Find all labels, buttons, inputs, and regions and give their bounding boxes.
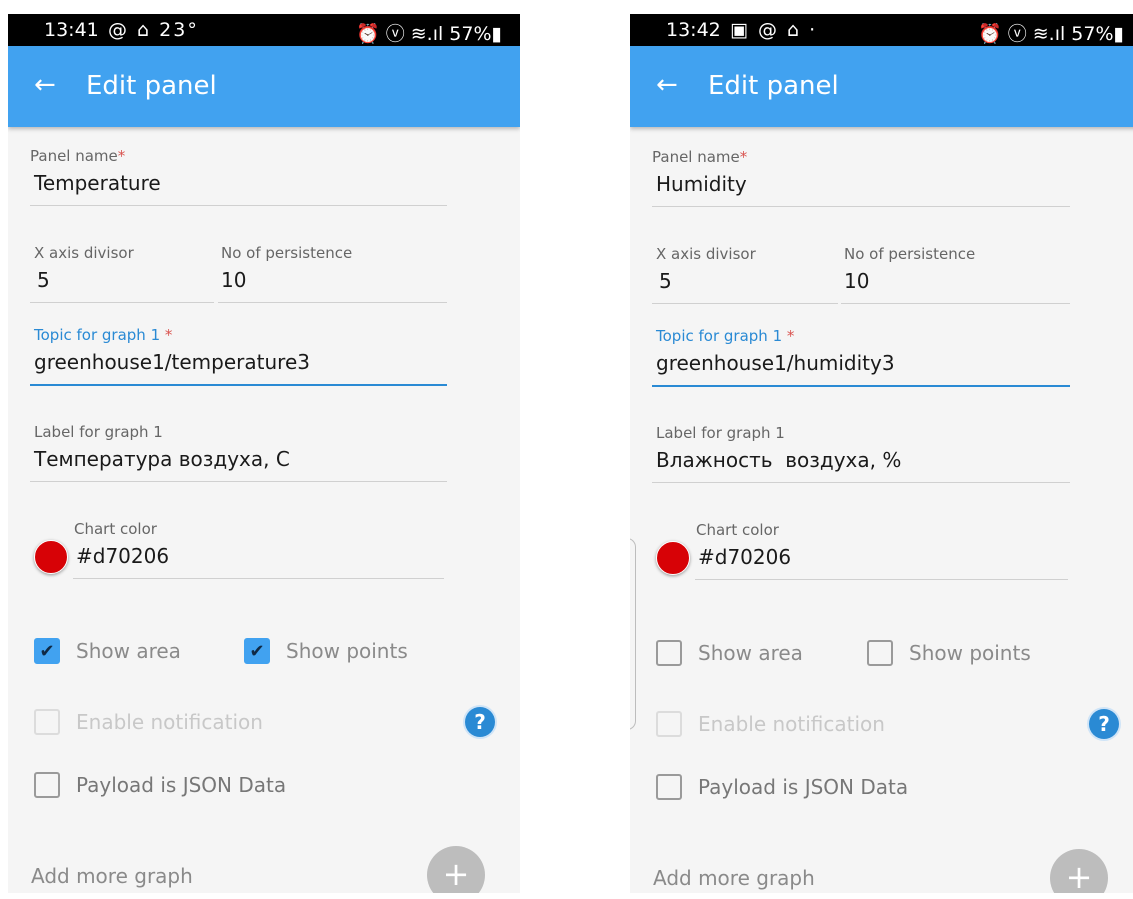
status-icons: @ ⌂ 23° bbox=[108, 19, 199, 41]
show-area-label: Show area bbox=[698, 641, 803, 665]
show-points-label: Show points bbox=[909, 641, 1031, 665]
payload-json-checkbox[interactable]: Payload is JSON Data bbox=[34, 772, 286, 798]
show-area-checkbox[interactable]: Show area bbox=[656, 640, 803, 666]
graph-label-label: Label for graph 1 bbox=[34, 423, 163, 441]
graph-label-field[interactable]: Label for graph 1 Температура воздуха, С bbox=[30, 423, 447, 482]
panel-name-label: Panel name bbox=[652, 148, 740, 166]
x-axis-divisor-input[interactable]: 5 bbox=[652, 269, 838, 293]
status-time: 13:42 bbox=[666, 19, 721, 41]
add-graph-button[interactable]: + bbox=[1050, 849, 1108, 893]
help-icon[interactable]: ? bbox=[1089, 709, 1119, 739]
checkbox-unchecked-icon bbox=[34, 772, 60, 798]
back-arrow-icon[interactable]: ← bbox=[34, 70, 56, 100]
checkbox-unchecked-icon bbox=[656, 711, 682, 737]
x-axis-divisor-label: X axis divisor bbox=[656, 245, 756, 263]
chart-color-field[interactable]: Chart color #d70206 bbox=[695, 521, 1068, 580]
add-more-graph-label: Add more graph bbox=[31, 864, 193, 888]
back-arrow-icon[interactable]: ← bbox=[656, 70, 678, 100]
panel-name-field[interactable]: Panel name* Temperature bbox=[30, 147, 447, 206]
status-right: ⏰ ⓥ ≋.ıl 57%▮ bbox=[978, 23, 1124, 45]
show-points-checkbox[interactable]: ✔ Show points bbox=[244, 638, 408, 664]
x-axis-divisor-field[interactable]: X axis divisor 5 bbox=[652, 245, 838, 304]
chart-color-field[interactable]: Chart color #d70206 bbox=[73, 520, 444, 579]
chart-color-label: Chart color bbox=[74, 520, 157, 538]
status-time: 13:41 bbox=[44, 19, 99, 41]
page-title: Edit panel bbox=[708, 71, 839, 101]
persistence-label: No of persistence bbox=[221, 244, 353, 262]
panel-name-label: Panel name bbox=[30, 147, 118, 165]
checkbox-unchecked-icon bbox=[656, 774, 682, 800]
color-swatch[interactable] bbox=[34, 540, 68, 574]
phone-screen-temperature: 13:41 @ ⌂ 23° ⏰ ⓥ ≋.ıl 57%▮ ← Edit panel… bbox=[8, 14, 520, 893]
graph-label-input[interactable]: Температура воздуха, С bbox=[30, 447, 447, 471]
x-axis-divisor-label: X axis divisor bbox=[34, 244, 134, 262]
page-title: Edit panel bbox=[86, 71, 217, 101]
x-axis-divisor-input[interactable]: 5 bbox=[30, 268, 214, 292]
graph-label-field[interactable]: Label for graph 1 Влажность воздуха, % bbox=[652, 424, 1070, 483]
chart-color-input[interactable]: #d70206 bbox=[695, 545, 1068, 569]
plus-icon: + bbox=[1065, 858, 1093, 893]
x-axis-divisor-field[interactable]: X axis divisor 5 bbox=[30, 244, 214, 303]
plus-icon: + bbox=[442, 855, 470, 893]
app-bar: ← Edit panel bbox=[8, 46, 520, 127]
enable-notification-label: Enable notification bbox=[698, 712, 885, 736]
payload-json-label: Payload is JSON Data bbox=[698, 775, 909, 799]
checkbox-unchecked-icon bbox=[34, 709, 60, 735]
show-points-label: Show points bbox=[286, 639, 408, 663]
checkbox-unchecked-icon bbox=[867, 640, 893, 666]
show-area-checkbox[interactable]: ✔ Show area bbox=[34, 638, 181, 664]
status-bar: 13:41 @ ⌂ 23° ⏰ ⓥ ≋.ıl 57%▮ bbox=[8, 14, 520, 46]
help-icon[interactable]: ? bbox=[465, 707, 495, 737]
graph-label-input[interactable]: Влажность воздуха, % bbox=[652, 448, 1070, 472]
add-more-graph-label: Add more graph bbox=[653, 866, 815, 890]
persistence-input[interactable]: 10 bbox=[841, 269, 1070, 293]
topic-input[interactable]: greenhouse1/temperature3 bbox=[30, 350, 447, 374]
persistence-label: No of persistence bbox=[844, 245, 976, 263]
topic-field[interactable]: Topic for graph 1 * greenhouse1/humidity… bbox=[652, 327, 1070, 387]
payload-json-checkbox[interactable]: Payload is JSON Data bbox=[656, 774, 908, 800]
topic-field[interactable]: Topic for graph 1 * greenhouse1/temperat… bbox=[30, 326, 447, 386]
checkbox-unchecked-icon bbox=[656, 640, 682, 666]
status-right: ⏰ ⓥ ≋.ıl 57%▮ bbox=[356, 23, 502, 45]
show-area-label: Show area bbox=[76, 639, 181, 663]
checkbox-checked-icon: ✔ bbox=[34, 638, 60, 664]
phone-screen-humidity: 13:42 ▣ @ ⌂ · ⏰ ⓥ ≋.ıl 57%▮ ← Edit panel… bbox=[630, 14, 1133, 893]
enable-notification-checkbox: Enable notification bbox=[34, 709, 263, 735]
color-swatch[interactable] bbox=[656, 541, 690, 575]
checkbox-checked-icon: ✔ bbox=[244, 638, 270, 664]
add-graph-button[interactable]: + bbox=[427, 846, 485, 893]
panel-name-input[interactable]: Humidity bbox=[652, 172, 1070, 196]
topic-label: Topic for graph 1 bbox=[656, 327, 783, 345]
persistence-field[interactable]: No of persistence 10 bbox=[218, 244, 447, 303]
status-bar: 13:42 ▣ @ ⌂ · ⏰ ⓥ ≋.ıl 57%▮ bbox=[630, 14, 1133, 46]
persistence-input[interactable]: 10 bbox=[218, 268, 447, 292]
app-bar: ← Edit panel bbox=[630, 46, 1133, 127]
persistence-field[interactable]: No of persistence 10 bbox=[841, 245, 1070, 304]
panel-name-input[interactable]: Temperature bbox=[30, 171, 447, 195]
topic-label: Topic for graph 1 bbox=[34, 326, 161, 344]
payload-json-label: Payload is JSON Data bbox=[76, 773, 287, 797]
show-points-checkbox[interactable]: Show points bbox=[867, 640, 1031, 666]
chart-color-input[interactable]: #d70206 bbox=[73, 544, 444, 568]
chart-color-label: Chart color bbox=[696, 521, 779, 539]
graph-label-label: Label for graph 1 bbox=[656, 424, 785, 442]
group-bracket bbox=[630, 538, 636, 730]
status-icons: ▣ @ ⌂ · bbox=[730, 19, 818, 41]
topic-input[interactable]: greenhouse1/humidity3 bbox=[652, 351, 1070, 375]
panel-name-field[interactable]: Panel name* Humidity bbox=[652, 148, 1070, 207]
enable-notification-label: Enable notification bbox=[76, 710, 263, 734]
enable-notification-checkbox: Enable notification bbox=[656, 711, 885, 737]
